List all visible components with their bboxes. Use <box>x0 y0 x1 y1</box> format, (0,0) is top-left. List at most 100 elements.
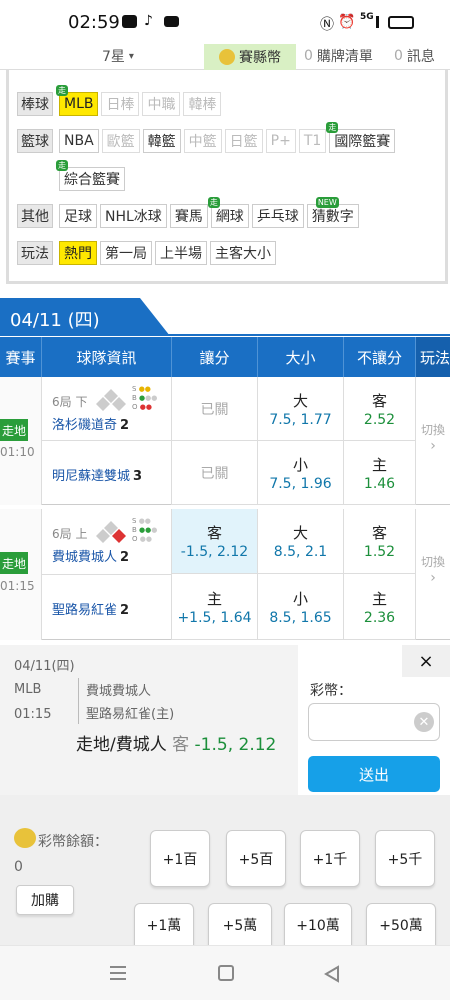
status-time: 02:59 <box>68 12 120 33</box>
filter-chip-tennis[interactable]: 走網球 <box>207 197 249 228</box>
chip-add-50000[interactable]: +5萬 <box>208 903 272 945</box>
messages-tab[interactable]: 0 訊息 <box>394 44 435 68</box>
base-diamond-icon <box>96 389 126 411</box>
close-button[interactable]: × <box>402 645 450 677</box>
chip-add-5000[interactable]: +5千 <box>375 830 435 887</box>
away-team[interactable]: 費城費城人 2 <box>52 546 129 565</box>
over-odds-button[interactable]: 大 7.5, 1.77 <box>258 377 344 441</box>
home-moneyline-button[interactable]: 主 1.46 <box>344 441 416 505</box>
switch-play-button[interactable]: 切換 › <box>418 421 448 454</box>
filter-chip-home-away-total[interactable]: 主客大小 <box>210 241 276 265</box>
home-icon[interactable] <box>218 965 234 981</box>
filter-chip-korea-basketball[interactable]: 韓籃 <box>142 129 181 153</box>
odds-side: 主 <box>371 589 387 608</box>
col-play: 玩法 <box>416 337 450 377</box>
chip-add-1000[interactable]: +1千 <box>300 830 360 887</box>
chip-label: 日棒 <box>106 97 135 113</box>
home-team[interactable]: 明尼蘇達雙城 3 <box>52 465 142 484</box>
bet-selection: 走地/費城人 客 -1.5, 2.12 <box>76 730 276 755</box>
event-cell <box>0 509 42 640</box>
chip-label: 綜合籃賽 <box>64 172 120 188</box>
filter-chip-p-plus[interactable]: P+ <box>265 129 296 153</box>
under-odds-button[interactable]: 小 8.5, 1.65 <box>258 574 344 640</box>
ball-label: B <box>132 526 137 534</box>
filter-chip-nhl[interactable]: NHL冰球 <box>100 204 167 228</box>
filter-chip-hot[interactable]: 熱門 <box>59 241 97 265</box>
filter-chip-first-half[interactable]: 上半場 <box>155 241 207 265</box>
filter-chip-intl-basketball[interactable]: 走國際籃賽 <box>326 122 396 153</box>
home-moneyline-button[interactable]: 主 2.36 <box>344 574 416 640</box>
col-event: 賽事 <box>0 337 42 377</box>
away-team-name: 費城費城人 <box>52 550 118 565</box>
menu-icon[interactable] <box>110 966 126 980</box>
sport-select[interactable]: 7星 ▾ <box>102 44 134 68</box>
chip-label: 上半場 <box>160 246 202 262</box>
live-tag: 走 <box>56 85 68 96</box>
away-score: 2 <box>120 550 130 565</box>
coin-tab[interactable]: 賽縣幣 <box>204 44 296 70</box>
filter-chip-mixed-basketball[interactable]: 走綜合籃賽 <box>56 160 125 191</box>
bet-slip-panel: 04/11(四) MLB 01:15 費城費城人 聖路易紅雀(主) 走地/費城人… <box>0 645 450 945</box>
chip-add-100000[interactable]: +10萬 <box>284 903 352 945</box>
switch-label: 切換 <box>420 423 445 437</box>
away-team[interactable]: 洛杉磯道奇 2 <box>52 414 129 433</box>
away-moneyline-button[interactable]: 客 1.52 <box>344 509 416 574</box>
odds-value: -1.5, 2.12 <box>180 544 249 560</box>
filter-chip-table-tennis[interactable]: 乒乓球 <box>251 204 304 228</box>
chip-add-10000[interactable]: +1萬 <box>134 903 194 945</box>
strike-label: S <box>132 385 137 393</box>
home-score: 3 <box>133 469 143 484</box>
game-time: 01:10 <box>0 445 35 459</box>
chip-label: MLB <box>64 96 94 112</box>
home-handicap-button[interactable]: 主 +1.5, 1.64 <box>172 574 258 640</box>
filter-chip-first-inning[interactable]: 第一局 <box>100 241 152 265</box>
chip-label: T1 <box>303 133 322 149</box>
filter-row-basketball-2: 走綜合籃賽 <box>56 160 128 191</box>
live-badge: 走地 <box>0 552 28 574</box>
game-row: 走地 01:10 6局 下 S ●● B ●●● O ●● 洛杉磯道奇 2 明尼蘇… <box>0 377 450 505</box>
filter-chip-npb[interactable]: 日棒 <box>101 92 140 116</box>
filter-chip-soccer[interactable]: 足球 <box>59 204 97 228</box>
filter-chip-cpbl[interactable]: 中職 <box>142 92 181 116</box>
filter-chip-horse-racing[interactable]: 賽馬 <box>169 204 208 228</box>
home-team[interactable]: 聖路易紅雀 2 <box>52 599 129 618</box>
over-odds-button[interactable]: 大 8.5, 2.1 <box>258 509 344 574</box>
odds-side: 小 <box>292 455 308 474</box>
chip-add-100[interactable]: +1百 <box>150 830 210 887</box>
col-handicap: 讓分 <box>172 337 258 377</box>
odds-side: 大 <box>292 391 308 410</box>
away-moneyline-button[interactable]: 客 2.52 <box>344 377 416 441</box>
bso-indicator: S ●● B ●●● O ●● <box>132 517 158 543</box>
back-icon[interactable] <box>322 964 342 984</box>
inning-label: 6局 上 <box>52 527 88 541</box>
submit-button[interactable]: 送出 <box>308 756 440 792</box>
column-header: 賽事 球隊資訊 讓分 大小 不讓分 玩法 <box>0 337 450 377</box>
filter-chip-euro-basketball[interactable]: 歐籃 <box>101 129 140 153</box>
filter-chip-kbo[interactable]: 韓棒 <box>183 92 222 116</box>
away-handicap-button[interactable]: 客 -1.5, 2.12 <box>172 509 258 574</box>
filter-chip-nba[interactable]: NBA <box>59 129 99 153</box>
home-team-name: 明尼蘇達雙城 <box>52 469 131 484</box>
switch-play-button[interactable]: 切換 › <box>418 553 448 586</box>
filter-chip-china-basketball[interactable]: 中籃 <box>183 129 222 153</box>
clear-input-icon[interactable]: ✕ <box>414 712 434 732</box>
chip-label: 韓棒 <box>188 97 217 113</box>
col-team-info: 球隊資訊 <box>42 337 172 377</box>
chip-add-500[interactable]: +5百 <box>226 830 286 887</box>
filter-chip-number-guess[interactable]: NEW 猜數字 <box>306 197 359 228</box>
line-app-icon <box>122 15 137 28</box>
event-cell <box>0 377 42 505</box>
topup-button[interactable]: 加購 <box>16 885 74 915</box>
filter-chip-mlb[interactable]: 走 MLB <box>56 85 99 116</box>
bet-date: 04/11(四) <box>14 659 75 674</box>
filter-chip-japan-basketball[interactable]: 日籃 <box>224 129 263 153</box>
filter-chip-t1[interactable]: T1 <box>298 129 327 153</box>
chip-label: 賽馬 <box>174 209 203 225</box>
chip-add-500000[interactable]: +50萬 <box>366 903 436 945</box>
under-odds-button[interactable]: 小 7.5, 1.96 <box>258 441 344 505</box>
live-tag: 走 <box>207 197 220 208</box>
filter-row-basketball: 籃球 NBA 歐籃 韓籃 中籃 日籃 P+ T1 走國際籃賽 <box>17 122 398 153</box>
filter-category-basketball: 籃球 <box>17 129 53 153</box>
system-nav-bar <box>0 945 450 1000</box>
cart-tab[interactable]: 0 購牌清單 <box>304 44 373 68</box>
